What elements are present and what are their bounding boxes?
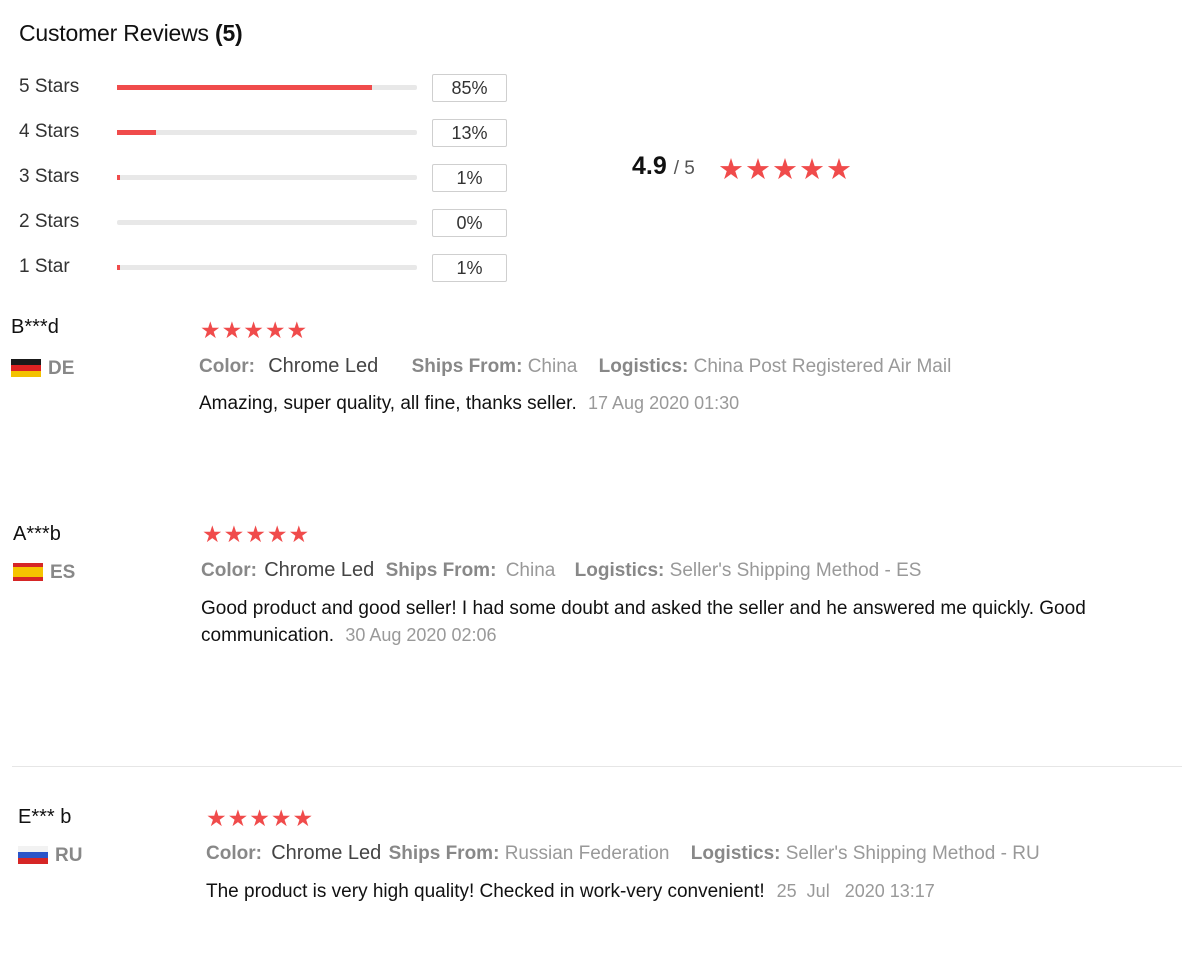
star-icon: ★ [745, 154, 771, 186]
review-body: Good product and good seller! I had some… [201, 595, 1171, 649]
color-label: Color: [206, 843, 262, 864]
review-text: Amazing, super quality, all fine, thanks… [199, 393, 577, 414]
reviews-title: Customer Reviews (5) [19, 20, 243, 47]
review-meta: Color: Chrome Led Ships From: Russian Fe… [206, 842, 1040, 865]
reviewer-country: DE [48, 358, 75, 379]
review-date: 17 Aug 2020 01:30 [588, 393, 740, 413]
rating-bar-track [117, 130, 417, 135]
star-icon: ★ [223, 521, 245, 547]
review-body: Amazing, super quality, all fine, thanks… [199, 390, 1169, 417]
average-rating: 4.9 / 5 [632, 152, 695, 181]
rating-row-2[interactable]: 2 Stars 0% [19, 209, 519, 237]
rating-bar-fill [117, 175, 120, 180]
logistics-label: Logistics: [598, 356, 689, 377]
star-icon: ★ [202, 521, 223, 547]
rating-percent-box: 13% [432, 119, 507, 147]
reviewer-country: RU [55, 845, 83, 866]
review-text: Good product and good seller! I had some… [201, 598, 1086, 646]
average-stars: ★★★★★ [718, 152, 853, 187]
rating-row-3[interactable]: 3 Stars 1% [19, 164, 519, 192]
ships-from-value: China [505, 560, 556, 581]
rating-bar-track [117, 175, 417, 180]
average-rating-scale: / 5 [673, 158, 695, 179]
star-icon: ★ [266, 521, 288, 547]
rating-row-5[interactable]: 5 Stars 85% [19, 74, 519, 102]
reviewer-name: A***b [13, 523, 61, 545]
rating-percent-box: 0% [432, 209, 507, 237]
flag-es-icon [13, 563, 43, 581]
logistics-label: Logistics: [690, 843, 781, 864]
rating-bar-fill [117, 265, 120, 270]
review-stars: ★★★★★ [202, 521, 310, 548]
logistics-value: China Post Registered Air Mail [693, 356, 952, 377]
rating-bar-track [117, 220, 417, 225]
star-icon: ★ [826, 154, 852, 186]
review-stars: ★★★★★ [200, 317, 308, 344]
rating-label: 5 Stars [19, 76, 80, 97]
star-icon: ★ [200, 317, 221, 343]
reviewer-name: B***d [11, 316, 59, 338]
review-body: The product is very high quality! Checke… [206, 878, 1176, 905]
review-meta: Color: Chrome Led Ships From: China Logi… [199, 355, 951, 378]
review-text: The product is very high quality! Checke… [206, 881, 765, 902]
star-icon: ★ [718, 154, 744, 186]
rating-label: 3 Stars [19, 166, 80, 187]
color-label: Color: [199, 356, 255, 377]
ships-from-label: Ships From: [385, 560, 497, 581]
rating-bar-fill [117, 130, 156, 135]
star-icon: ★ [292, 805, 314, 831]
logistics-value: Seller's Shipping Method - ES [669, 560, 922, 581]
star-icon: ★ [245, 521, 266, 547]
reviews-title-text: Customer Reviews [19, 20, 209, 46]
rating-label: 2 Stars [19, 211, 80, 232]
star-icon: ★ [221, 317, 243, 343]
flag-de-icon [11, 359, 41, 377]
color-value: Chrome Led [264, 559, 375, 581]
star-icon: ★ [799, 154, 825, 186]
review-date: 25 Jul 2020 13:17 [776, 881, 935, 901]
rating-row-4[interactable]: 4 Stars 13% [19, 119, 519, 147]
star-icon: ★ [264, 317, 286, 343]
star-icon: ★ [772, 154, 798, 186]
average-rating-value: 4.9 [632, 152, 667, 180]
rating-bar-track [117, 85, 417, 90]
review-stars: ★★★★★ [206, 805, 314, 832]
rating-percent-box: 1% [432, 254, 507, 282]
rating-bar-track [117, 265, 417, 270]
star-icon: ★ [288, 521, 310, 547]
reviews-count: (5) [215, 20, 243, 46]
star-icon: ★ [206, 805, 227, 831]
review-date: 30 Aug 2020 02:06 [345, 625, 497, 645]
flag-ru-icon [18, 846, 48, 864]
star-icon: ★ [227, 805, 249, 831]
reviewer-name: E*** b [18, 806, 72, 828]
logistics-label: Logistics: [574, 560, 665, 581]
review-meta: Color: Chrome Led Ships From: China Logi… [201, 559, 921, 582]
logistics-value: Seller's Shipping Method - RU [785, 843, 1040, 864]
rating-label: 4 Stars [19, 121, 80, 142]
star-icon: ★ [270, 805, 292, 831]
rating-label: 1 Star [19, 256, 70, 277]
color-value: Chrome Led [271, 842, 382, 864]
rating-row-1[interactable]: 1 Star 1% [19, 254, 519, 282]
star-icon: ★ [286, 317, 308, 343]
rating-percent-box: 1% [432, 164, 507, 192]
ships-from-value: Russian Federation [504, 843, 670, 864]
ships-from-label: Ships From: [388, 843, 500, 864]
star-icon: ★ [249, 805, 270, 831]
ships-from-label: Ships From: [411, 356, 523, 377]
divider [12, 766, 1182, 767]
color-value: Chrome Led [268, 355, 379, 377]
color-label: Color: [201, 560, 257, 581]
rating-bar-fill [117, 85, 372, 90]
star-icon: ★ [243, 317, 264, 343]
ships-from-value: China [527, 356, 578, 377]
reviewer-country: ES [50, 562, 76, 583]
rating-percent-box: 85% [432, 74, 507, 102]
